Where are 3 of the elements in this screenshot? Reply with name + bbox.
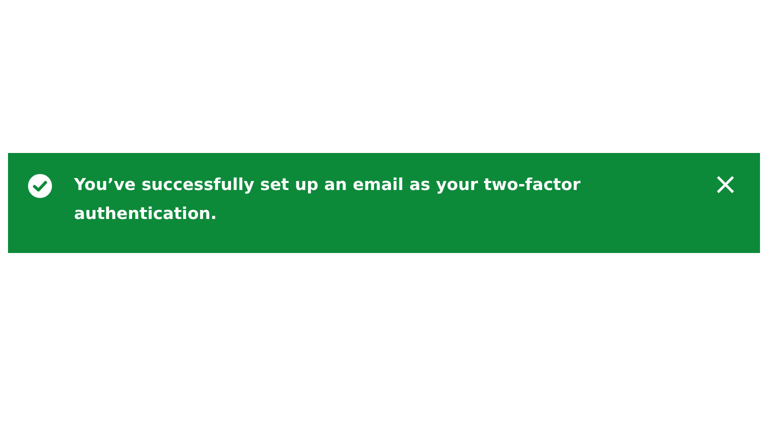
check-circle-icon — [28, 174, 52, 198]
success-message: You’ve successfully set up an email as your two-factor authentication. — [74, 174, 582, 225]
close-button[interactable]: × — [712, 173, 738, 197]
